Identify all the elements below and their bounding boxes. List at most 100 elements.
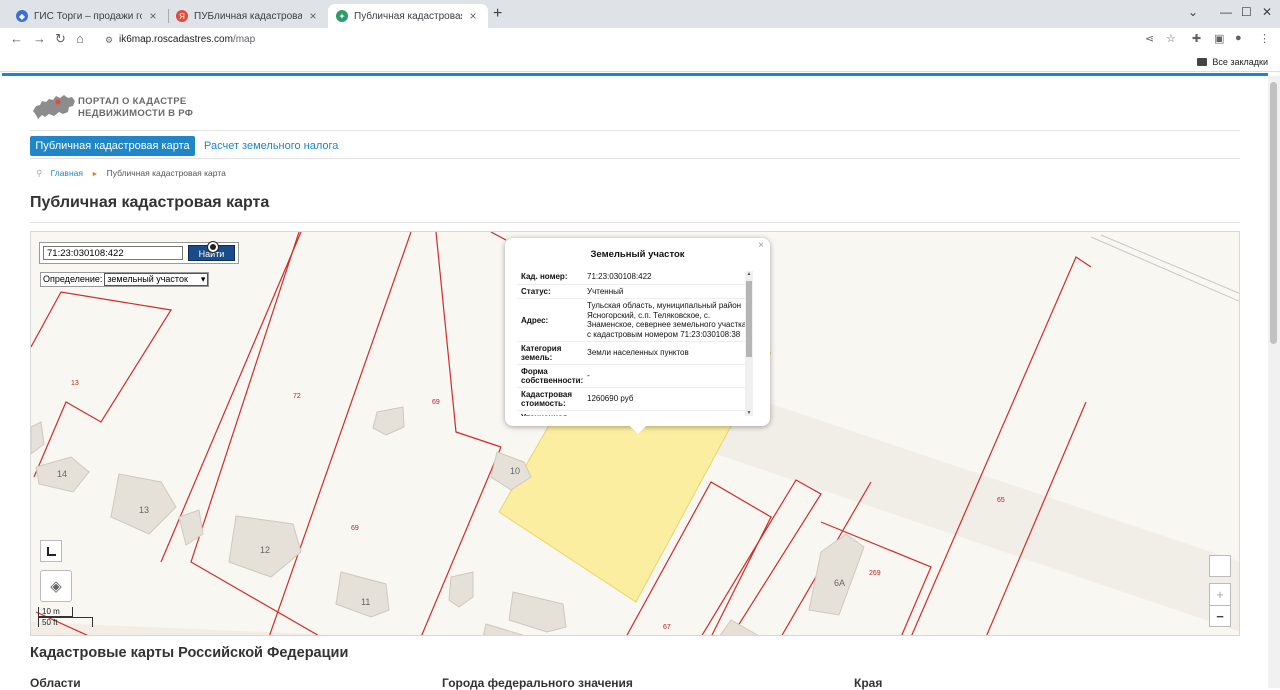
map-scale: 10 m 50 ft (38, 607, 93, 627)
tab-label: ГИС Торги – продажи госуд (34, 10, 142, 22)
popup-row: Категория земель: Земли населенных пункто… (517, 342, 753, 365)
row-value (587, 416, 753, 417)
nav-tab-cadastral-map[interactable]: Публичная кадастровая карта (30, 136, 195, 156)
url-host: ik6map.roscadastres.com (119, 34, 233, 45)
house-number: 6А (834, 578, 845, 588)
parcel-label: 65 (997, 497, 1005, 504)
parcel-label: 69 (432, 399, 440, 406)
tab-cadastral-active[interactable]: ✦ Публичная кадастровая ка × (328, 4, 488, 28)
home-icon[interactable]: ⌂ (76, 31, 84, 46)
chevron-down-icon: ▾ (200, 274, 206, 284)
house-number: 14 (57, 469, 67, 479)
url-path: /map (232, 34, 256, 45)
breadcrumb: ⚲ Главная ► Публичная кадастровая карта (36, 168, 226, 179)
row-value: Учтенный (587, 286, 624, 296)
row-value: 71:23:030108:422 (587, 272, 652, 281)
popup-scrollbar[interactable]: ▲ ▼ (745, 271, 753, 416)
cadastral-number-input[interactable] (43, 246, 183, 260)
logo-line-2: НЕДВИЖИМОСТИ В РФ (78, 108, 194, 119)
side-panel-icon[interactable]: ▣ (1214, 32, 1224, 45)
profile-icon[interactable]: ● (1235, 32, 1242, 44)
maximize-icon[interactable]: ☐ (1241, 5, 1252, 19)
house-number: 12 (260, 545, 270, 555)
tab-label: Публичная кадастровая ка (354, 10, 462, 22)
definition-label: Определение: (43, 274, 103, 284)
divider (30, 158, 1240, 159)
parcel-info-popup: × Земельный участок Кад. номер: 71:23:030… (505, 238, 770, 434)
cadastral-map[interactable]: 13 72 69 69 65 269 67 14 13 12 11 10 6А … (30, 231, 1240, 636)
scale-meters: 10 m (38, 607, 73, 617)
definition-value: земельный участок (107, 274, 188, 284)
parcel-label: 67 (663, 624, 671, 631)
menu-kebab-icon[interactable]: ⋮ (1259, 32, 1270, 45)
row-value: Земли населенных пунктов (587, 348, 689, 358)
russia-map-logo-icon[interactable] (32, 93, 76, 121)
reload-icon[interactable]: ↻ (55, 31, 66, 47)
popup-row: Адрес: Тульская область, муниципальный ра… (517, 299, 753, 342)
logo-text[interactable]: ПОРТАЛ О КАДАСТРЕ НЕДВИЖИМОСТИ В РФ (78, 96, 193, 120)
breadcrumb-current: Публичная кадастровая карта (106, 168, 226, 178)
popup-table: Кад. номер: 71:23:030108:422 Статус: Учтен… (517, 270, 753, 416)
layers-icon: ◈ (50, 578, 62, 595)
definition-dropdown[interactable]: земельный участок ▾ (104, 273, 209, 286)
fullscreen-button[interactable] (1209, 555, 1231, 577)
tab-cadastral-yandex[interactable]: Я ПУБличная кадастровая ка × (168, 4, 328, 28)
popup-scrollbar-thumb[interactable] (746, 281, 752, 357)
scale-feet: 50 ft (38, 617, 93, 627)
share-icon[interactable]: ⋖ (1145, 32, 1154, 45)
row-key: Кад. номер: (521, 272, 568, 282)
all-bookmarks-button[interactable]: Все закладки (1197, 57, 1268, 67)
house-number: 11 (361, 597, 370, 607)
zoom-in-button[interactable]: + (1209, 583, 1231, 605)
layers-button[interactable]: ◈ (40, 570, 72, 602)
back-icon[interactable]: ← (10, 31, 23, 46)
extensions-icon[interactable]: ✚ (1192, 32, 1201, 45)
popup-row: Кад. номер: 71:23:030108:422 (517, 270, 753, 285)
row-key: Статус: (521, 286, 551, 296)
new-tab-button[interactable]: + (493, 5, 502, 23)
row-key: Адрес: (521, 315, 549, 325)
gis-torgi-favicon: ◆ (16, 10, 28, 22)
scroll-down-icon[interactable]: ▼ (745, 410, 753, 416)
popup-row: Уточненная (517, 411, 753, 416)
tab-gis-torgi[interactable]: ◆ ГИС Торги – продажи госуд × (8, 4, 168, 28)
site-info-icon[interactable]: ⚙ (105, 30, 113, 50)
popup-row: Кадастровая стоимость: 1260690 руб (517, 388, 753, 411)
close-icon[interactable]: × (306, 9, 320, 23)
url-field[interactable]: ⚙ ik6map.roscadastres.com/map (97, 30, 1187, 50)
house-number: 10 (510, 466, 520, 476)
page-scrollbar[interactable] (1268, 76, 1280, 688)
minimize-icon[interactable]: — (1220, 5, 1232, 19)
row-value: Тульская область, муниципальный район Яс… (587, 301, 747, 339)
browser-tab-strip: ◆ ГИС Торги – продажи госуд × Я ПУБлична… (0, 0, 1280, 28)
nav-tab-land-tax[interactable]: Расчет земельного налога (204, 136, 338, 156)
window-close-icon[interactable]: ✕ (1262, 5, 1272, 19)
close-icon[interactable]: × (146, 9, 160, 23)
mouse-cursor (208, 242, 218, 252)
rosreestr-favicon: ✦ (336, 10, 348, 22)
close-icon[interactable]: × (466, 9, 480, 23)
parcel-label: 72 (293, 393, 301, 400)
logo-line-1: ПОРТАЛ О КАДАСТРЕ (78, 96, 187, 107)
parcel-label: 269 (869, 570, 881, 577)
all-bookmarks-label: Все закладки (1212, 57, 1268, 67)
house-number: 13 (139, 505, 149, 515)
tab-search-chevron-icon[interactable]: ⌄ (1188, 5, 1198, 19)
page-scrollbar-thumb[interactable] (1270, 82, 1277, 344)
forward-icon[interactable]: → (33, 31, 46, 46)
row-value: - (587, 371, 590, 381)
popup-row: Форма собственности: - (517, 365, 753, 388)
breadcrumb-home-link[interactable]: Главная (51, 168, 83, 178)
tab-label: ПУБличная кадастровая ка (194, 10, 302, 22)
parcel-label: 13 (71, 380, 79, 387)
measure-tool-button[interactable] (40, 540, 62, 562)
zoom-out-button[interactable]: − (1209, 605, 1231, 627)
popup-row: Статус: Учтенный (517, 285, 753, 299)
breadcrumb-arrow-icon: ► (91, 171, 99, 178)
popup-title: Земельный участок (590, 249, 685, 260)
row-key: Форма собственности: (521, 367, 584, 385)
location-pin-icon: ⚲ (36, 168, 43, 178)
bookmark-star-icon[interactable]: ☆ (1166, 32, 1176, 45)
row-value: 1260690 руб (587, 394, 634, 404)
scroll-up-icon[interactable]: ▲ (745, 271, 753, 277)
